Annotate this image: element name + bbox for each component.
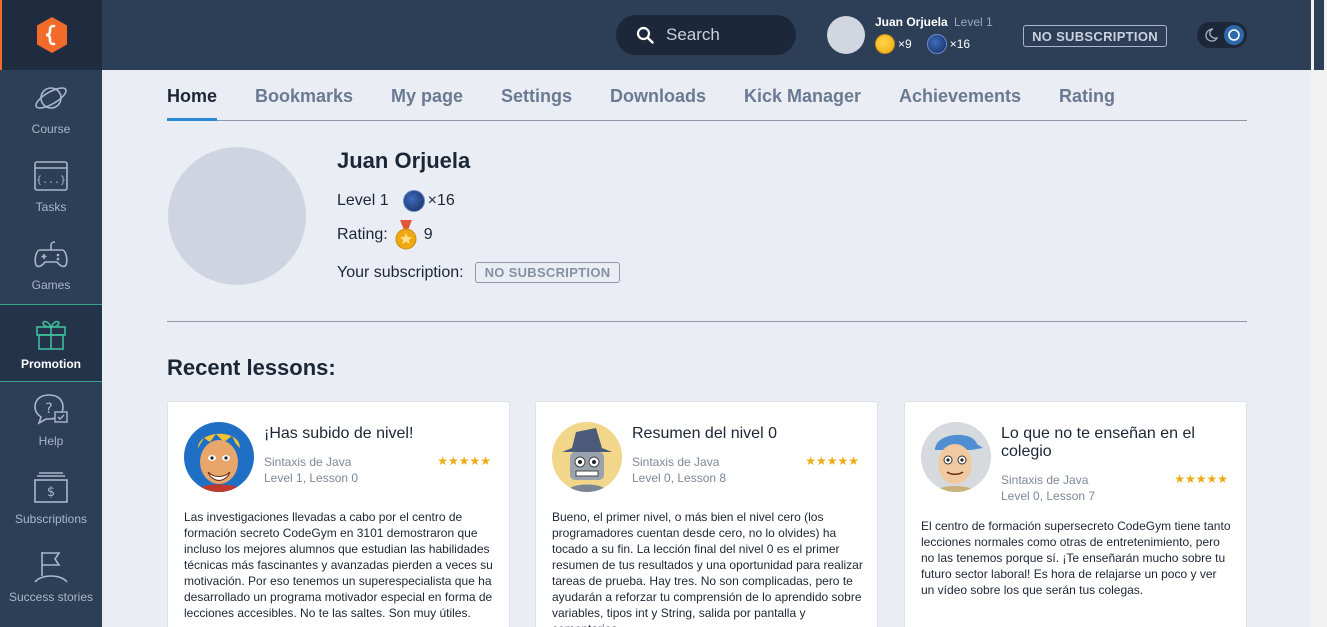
medal-icon (395, 220, 417, 250)
dark-matter-icon (926, 34, 947, 54)
moon-icon (1205, 28, 1218, 42)
planet-icon (35, 87, 67, 109)
dark-matter-icon (402, 190, 425, 212)
lesson-description: El centro de formación supersecreto Code… (921, 519, 1231, 597)
recent-lessons-title: Recent lessons: (167, 355, 336, 380)
search-placeholder: Search (666, 25, 720, 44)
tab-home[interactable]: Home (167, 86, 218, 121)
sun-icon (1224, 25, 1244, 45)
search-input[interactable]: Search (616, 15, 796, 55)
subscription-badge[interactable]: NO SUBSCRIPTION (474, 262, 621, 283)
profile-avatar[interactable] (168, 147, 306, 285)
character-avatar (552, 422, 622, 492)
character-avatar (921, 422, 991, 492)
rating-label: Rating: (337, 226, 388, 243)
sidebar-item-label: Subscriptions (14, 512, 88, 526)
sidebar-item-label: Promotion (21, 357, 81, 371)
tab-rating[interactable]: Rating (1059, 86, 1115, 121)
theme-toggle[interactable] (1197, 22, 1247, 48)
rating-stars: ★★★★★ (805, 454, 859, 468)
sidebar-item-games[interactable]: Games (0, 226, 102, 304)
profile-level-row: Level 1 ×16 (337, 190, 455, 212)
lesson-course: Sintaxis de Java (264, 455, 352, 469)
gift-icon (36, 320, 66, 350)
lesson-course: Sintaxis de Java (1001, 473, 1089, 487)
flag-icon (34, 552, 68, 583)
user-avatar[interactable] (827, 16, 865, 54)
lesson-title[interactable]: Resumen del nivel 0 (632, 425, 862, 443)
search-icon (636, 26, 654, 44)
lesson-number: Level 0, Lesson 7 (1001, 489, 1096, 503)
sidebar-item-success-stories[interactable]: Success stories (0, 538, 102, 616)
top-bar: Search Juan Orjuela Level 1 ×9 ×16 NO SU… (102, 0, 1311, 70)
profile-tabs: Home Bookmarks My page Settings Download… (167, 86, 1247, 121)
profile-level: Level 1 (337, 192, 389, 209)
gold-coin-icon (875, 34, 895, 54)
sidebar-item-course[interactable]: Course (0, 70, 102, 148)
tab-bookmarks[interactable]: Bookmarks (255, 86, 353, 121)
code-braces-icon: {...} (34, 161, 68, 191)
sidebar-item-label: Games (31, 278, 71, 292)
sidebar-item-label: Success stories (8, 590, 94, 604)
lesson-card[interactable]: Lo que no te enseñan en el colegio Sinta… (904, 401, 1247, 627)
tab-settings[interactable]: Settings (501, 86, 572, 121)
lesson-course: Sintaxis de Java (632, 455, 720, 469)
lesson-number: Level 1, Lesson 0 (264, 471, 359, 485)
rating-value: 9 (423, 226, 433, 243)
help-chat-icon: ? (34, 394, 68, 425)
character-avatar (184, 422, 254, 492)
gold-count: ×9 (898, 37, 912, 51)
sidebar-item-promotion[interactable]: Promotion (0, 304, 102, 382)
svg-text:{...}: {...} (36, 175, 66, 186)
scrollbar-thumb[interactable] (1314, 0, 1324, 70)
subscription-badge[interactable]: NO SUBSCRIPTION (1023, 25, 1167, 47)
tab-downloads[interactable]: Downloads (610, 86, 706, 121)
sidebar-item-label: Tasks (35, 200, 67, 214)
lesson-number: Level 0, Lesson 8 (632, 471, 727, 485)
sidebar-item-tasks[interactable]: {...} Tasks (0, 148, 102, 226)
lesson-description: Bueno, el primer nivel, o más bien el ni… (552, 510, 863, 627)
tab-achievements[interactable]: Achievements (899, 86, 1021, 121)
profile-dark-count: ×16 (427, 192, 455, 209)
user-name[interactable]: Juan Orjuela (875, 15, 948, 29)
svg-text:?: ? (45, 401, 52, 417)
subscription-label: Your subscription: (337, 263, 464, 281)
user-stats: ×9 ×16 (875, 34, 970, 54)
user-level: Level 1 (954, 15, 993, 29)
lesson-title[interactable]: ¡Has subido de nivel! (264, 425, 494, 443)
sidebar: Course {...} Tasks Games Promotion ? Hel… (0, 0, 102, 627)
tab-my-page[interactable]: My page (391, 86, 463, 121)
profile-rating-row: Rating: 9 (337, 220, 433, 250)
lesson-description: Las investigaciones llevadas a cabo por … (184, 510, 493, 620)
codegym-logo-icon (37, 17, 67, 53)
lesson-card[interactable]: ¡Has subido de nivel! Sintaxis de Java L… (167, 401, 510, 627)
profile-name: Juan Orjuela (337, 148, 471, 173)
sidebar-item-label: Help (38, 434, 64, 448)
divider (167, 321, 1247, 322)
profile-subscription-row: Your subscription: NO SUBSCRIPTION (337, 262, 621, 283)
sidebar-item-label: Course (31, 122, 71, 136)
logo-link[interactable] (0, 0, 102, 70)
gamepad-icon (34, 241, 68, 268)
sidebar-item-help[interactable]: ? Help (0, 382, 102, 460)
lesson-title[interactable]: Lo que no te enseñan en el colegio (1001, 425, 1231, 461)
svg-text:$: $ (47, 485, 55, 500)
dark-count: ×16 (949, 37, 971, 51)
sidebar-item-subscriptions[interactable]: $ Subscriptions (0, 460, 102, 538)
lesson-card[interactable]: Resumen del nivel 0 Sintaxis de Java Lev… (535, 401, 878, 627)
rating-stars: ★★★★★ (437, 454, 491, 468)
scrollbar-track[interactable] (1311, 0, 1327, 627)
rating-stars: ★★★★★ (1174, 472, 1228, 486)
tab-kick-manager[interactable]: Kick Manager (744, 86, 861, 121)
dollar-bill-icon: $ (34, 472, 68, 503)
